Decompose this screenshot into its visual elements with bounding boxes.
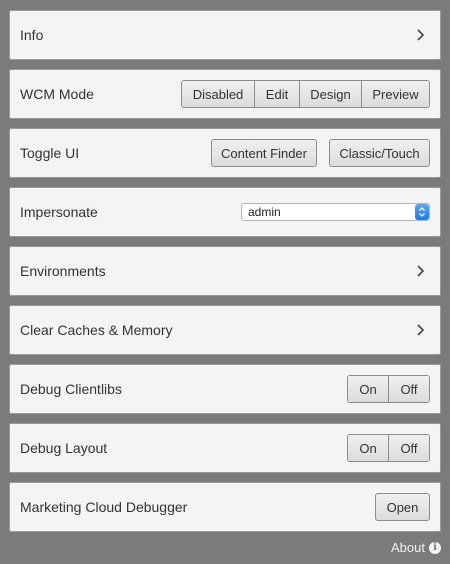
environments-panel[interactable]: Environments	[9, 246, 441, 296]
debug-clientlibs-label: Debug Clientlibs	[20, 381, 122, 397]
info-panel[interactable]: Info	[9, 10, 441, 60]
toggle-ui-label: Toggle UI	[20, 145, 80, 161]
debug-layout-on-button[interactable]: On	[348, 435, 388, 461]
debug-layout-off-button[interactable]: Off	[388, 435, 429, 461]
wcm-mode-segmented-control: Disabled Edit Design Preview	[181, 80, 430, 108]
debug-clientlibs-on-button[interactable]: On	[348, 376, 388, 402]
debug-layout-panel: Debug Layout On Off	[9, 423, 441, 473]
about-link[interactable]: About i	[391, 540, 441, 555]
debug-clientlibs-panel: Debug Clientlibs On Off	[9, 364, 441, 414]
content-finder-button[interactable]: Content Finder	[211, 139, 317, 167]
toggle-ui-panel: Toggle UI Content Finder Classic/Touch	[9, 128, 441, 178]
marketing-cloud-label: Marketing Cloud Debugger	[20, 499, 188, 515]
chevron-right-icon[interactable]	[412, 27, 428, 43]
wcm-mode-edit-button[interactable]: Edit	[254, 81, 299, 107]
select-arrows-icon[interactable]	[415, 204, 429, 220]
impersonate-select[interactable]: admin	[241, 203, 430, 221]
wcm-mode-label: WCM Mode	[20, 86, 94, 102]
wcm-mode-disabled-button[interactable]: Disabled	[182, 81, 254, 107]
impersonate-select-value: admin	[248, 205, 281, 219]
environments-label: Environments	[20, 263, 106, 279]
wcm-mode-preview-button[interactable]: Preview	[361, 81, 429, 107]
chevron-right-icon[interactable]	[412, 322, 428, 338]
wcm-mode-design-button[interactable]: Design	[299, 81, 361, 107]
clear-caches-panel[interactable]: Clear Caches & Memory	[9, 305, 441, 355]
classic-touch-button[interactable]: Classic/Touch	[329, 139, 430, 167]
debug-clientlibs-off-button[interactable]: Off	[388, 376, 429, 402]
clear-caches-label: Clear Caches & Memory	[20, 322, 173, 338]
impersonate-panel: Impersonate admin	[9, 187, 441, 237]
impersonate-label: Impersonate	[20, 204, 98, 220]
debug-layout-toggle: On Off	[347, 434, 430, 462]
marketing-cloud-open-button[interactable]: Open	[375, 493, 430, 521]
wcm-mode-panel: WCM Mode Disabled Edit Design Preview	[9, 69, 441, 119]
debug-clientlibs-toggle: On Off	[347, 375, 430, 403]
info-label: Info	[20, 27, 44, 43]
info-icon: i	[429, 541, 441, 554]
chevron-right-icon[interactable]	[412, 263, 428, 279]
about-label: About	[391, 540, 425, 555]
marketing-cloud-panel: Marketing Cloud Debugger Open	[9, 482, 441, 532]
debug-layout-label: Debug Layout	[20, 440, 108, 456]
